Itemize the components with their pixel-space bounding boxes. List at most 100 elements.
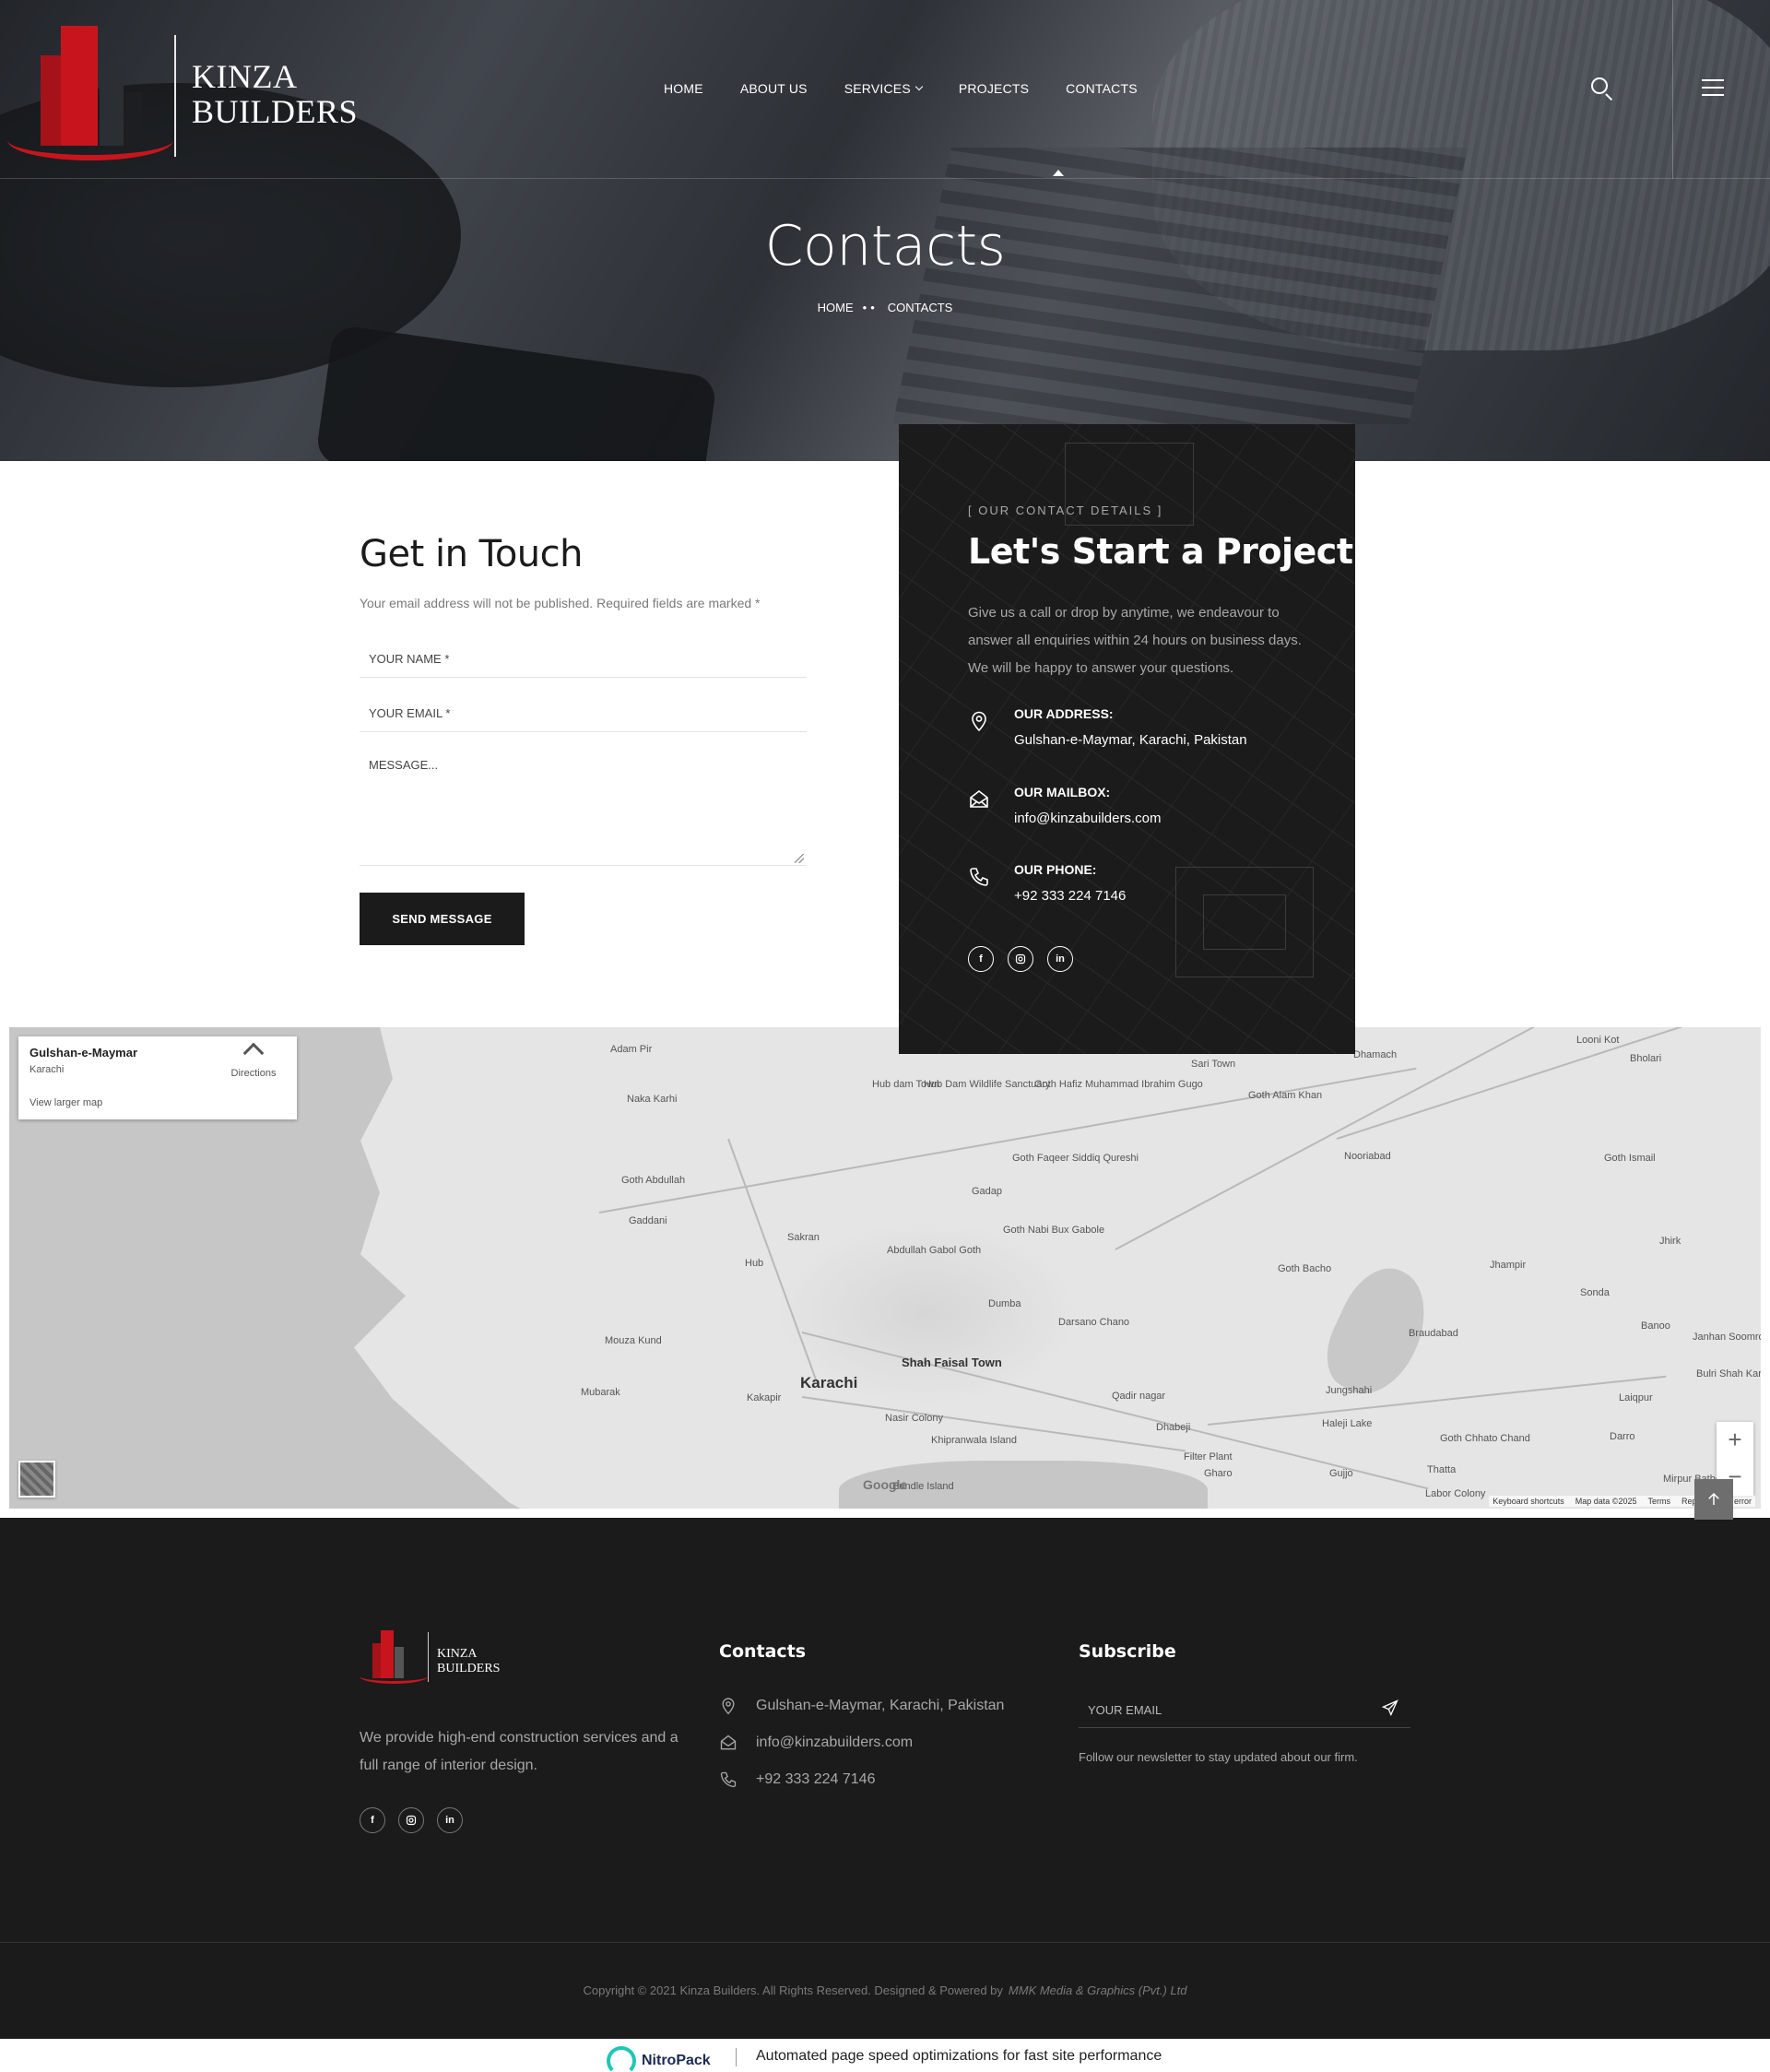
map-data-label: Map data ©2025 — [1575, 1497, 1637, 1506]
nav-home[interactable]: HOME — [664, 81, 703, 96]
map-label: Gharo — [1204, 1468, 1233, 1479]
map-label: Bulri Shah Karim — [1696, 1368, 1761, 1379]
email-input[interactable] — [360, 695, 807, 732]
site-logo[interactable]: KINZA BUILDERS — [7, 18, 359, 160]
map-label: Abdullah Gabol Goth — [887, 1245, 982, 1256]
resize-handle[interactable] — [795, 854, 804, 863]
form-title: Get in Touch — [360, 533, 584, 575]
footer-subscribe-title: Subscribe — [1079, 1641, 1176, 1662]
directions-button[interactable]: Directions — [221, 1042, 286, 1079]
breadcrumb-home[interactable]: HOME — [818, 301, 854, 314]
designer-link[interactable]: MMK Media & Graphics (Pvt.) Ltd — [1009, 1983, 1187, 1997]
map-label: Nooriabad — [1344, 1151, 1391, 1162]
hero-banner: KINZA BUILDERS HOME ABOUT US SERVICES PR… — [0, 0, 1770, 461]
map-label: Braudabad — [1409, 1328, 1458, 1339]
map-label: Goth Nabi Bux Gabole — [1003, 1225, 1105, 1236]
phone-icon — [720, 1771, 737, 1788]
map-label: Goth Faqeer Siddiq Qureshi — [1012, 1153, 1139, 1164]
terms-link[interactable]: Terms — [1647, 1497, 1670, 1506]
map-label: Nasir Colony — [885, 1413, 943, 1424]
map-place-subtitle: Karachi — [30, 1064, 65, 1075]
footer-contacts-title: Contacts — [719, 1641, 807, 1662]
search-icon[interactable] — [1589, 76, 1615, 101]
map-label: Gujjo — [1329, 1468, 1353, 1479]
map-label: Sari Town — [1191, 1059, 1236, 1070]
map-label: Shah Faisal Town — [902, 1356, 1002, 1369]
map-label: Thatta — [1427, 1464, 1457, 1475]
view-larger-map-link[interactable]: View larger map — [30, 1097, 102, 1108]
map-label: Karachi — [800, 1374, 858, 1391]
phone-link[interactable]: +92 333 224 7146 — [1014, 888, 1126, 904]
footer-social-links: f in — [360, 1807, 463, 1833]
google-logo: Google — [863, 1477, 908, 1492]
chevron-down-icon — [914, 82, 924, 91]
map-label: Looni Kot — [1576, 1035, 1620, 1046]
name-input[interactable] — [360, 641, 807, 678]
nav-services[interactable]: SERVICES — [844, 81, 924, 96]
nitropack-banner: NitroPack Automated page speed optimizat… — [0, 2039, 1770, 2072]
map-label: Khipranwala Island — [931, 1435, 1017, 1446]
back-to-top-button[interactable] — [1694, 1479, 1733, 1520]
hamburger-icon[interactable] — [1702, 77, 1726, 98]
instagram-icon[interactable] — [398, 1807, 424, 1833]
nav-projects[interactable]: PROJECTS — [959, 81, 1029, 96]
nav-contacts[interactable]: CONTACTS — [1066, 81, 1138, 96]
email-link[interactable]: info@kinzabuilders.com — [1014, 811, 1161, 826]
directions-icon — [242, 1042, 265, 1064]
contact-details-card: [ OUR CONTACT DETAILS ] Let's Start a Pr… — [899, 424, 1355, 1054]
card-title: Let's Start a Project — [968, 531, 1353, 572]
nitropack-logo[interactable]: NitroPack — [607, 2046, 711, 2072]
map-label: Laiqpur — [1619, 1392, 1653, 1403]
map-label: Dhabeji — [1156, 1422, 1191, 1433]
map-label: Sonda — [1580, 1287, 1610, 1298]
subscribe-note: Follow our newsletter to stay updated ab… — [1079, 1750, 1358, 1764]
map-label: Goth Abdullah — [621, 1175, 686, 1186]
map-label: Filter Plant — [1184, 1451, 1233, 1462]
footer-logo[interactable]: KINZA BUILDERS — [360, 1630, 516, 1686]
map-label: Bholari — [1630, 1053, 1662, 1064]
subscribe-email-input[interactable] — [1079, 1693, 1410, 1728]
map-label: Haleji Lake — [1322, 1418, 1373, 1429]
map-label: Goth Hafiz Muhammad Ibrahim Gugo — [1034, 1079, 1203, 1090]
footer-description: We provide high-end construction service… — [360, 1730, 678, 1773]
map-label: Darsano Chano — [1058, 1317, 1130, 1328]
breadcrumb-current: CONTACTS — [887, 301, 953, 314]
map-label: Goth Ismail — [1604, 1153, 1656, 1164]
send-message-button[interactable]: SEND MESSAGE — [360, 893, 525, 945]
active-nav-indicator — [1053, 170, 1064, 176]
keyboard-shortcuts-link[interactable]: Keyboard shortcuts — [1493, 1497, 1564, 1506]
map-label: Naka Karhi — [627, 1094, 678, 1105]
facebook-icon[interactable]: f — [360, 1807, 385, 1833]
card-description: Give us a call or drop by anytime, we en… — [968, 605, 1302, 676]
linkedin-icon[interactable]: in — [437, 1807, 463, 1833]
arrow-up-icon — [1708, 1492, 1719, 1505]
site-header: KINZA BUILDERS HOME ABOUT US SERVICES PR… — [0, 0, 1770, 179]
map-label: Dumba — [988, 1298, 1021, 1309]
nav-about-us[interactable]: ABOUT US — [740, 81, 808, 96]
map-label: Labor Colony — [1425, 1488, 1486, 1499]
satellite-toggle[interactable] — [18, 1461, 55, 1498]
zoom-in-button[interactable]: + — [1717, 1422, 1753, 1459]
phone-icon — [970, 868, 988, 886]
main-nav: HOME ABOUT US SERVICES PROJECTS CONTACTS — [664, 81, 1138, 96]
paper-plane-icon[interactable] — [1381, 1699, 1399, 1717]
message-textarea[interactable] — [360, 749, 807, 866]
map-label: Goth Chhato Chand — [1440, 1433, 1530, 1444]
map-label: Banoo — [1641, 1320, 1670, 1332]
card-eyebrow: [ OUR CONTACT DETAILS ] — [968, 503, 1163, 517]
map-place-card: Gulshan-e-Maymar Karachi View larger map… — [18, 1036, 297, 1119]
copyright: Copyright © 2021 Kinza Builders. All Rig… — [583, 1983, 1187, 1997]
map-label: Darro — [1610, 1431, 1635, 1442]
google-map[interactable]: Karachi Shah Faisal Town Adam Pir Naka K… — [9, 1027, 1761, 1509]
logo-text: KINZA BUILDERS — [192, 58, 359, 130]
map-label: Adam Pir — [610, 1044, 653, 1055]
linkedin-icon[interactable]: in — [1047, 946, 1073, 972]
envelope-icon — [970, 789, 988, 808]
map-label: Mouza Kund — [605, 1335, 662, 1346]
map-label: Hub — [745, 1258, 764, 1269]
breadcrumb: HOME •• CONTACTS — [817, 301, 953, 314]
instagram-icon[interactable] — [1008, 946, 1033, 972]
site-footer: KINZA BUILDERS We provide high-end constr… — [0, 1518, 1770, 2072]
facebook-icon[interactable]: f — [968, 946, 994, 972]
map-label: Mubarak — [581, 1387, 620, 1398]
